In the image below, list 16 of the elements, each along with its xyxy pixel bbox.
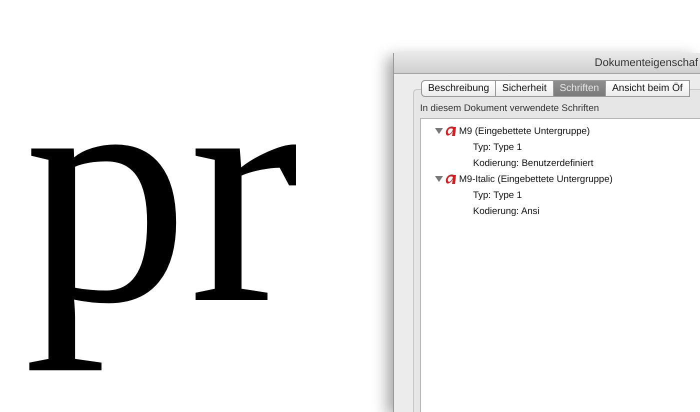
font-name[interactable]: M9 (Eingebettete Untergruppe) [459,126,590,136]
font-property: Kodierung: Ansi [473,206,540,216]
expanded-triangle-icon[interactable] [435,175,443,183]
tab[interactable]: Beschreibung [421,80,496,97]
group-label: In diesem Dokument verwendete Schriften [420,103,600,114]
expanded-triangle-icon[interactable] [435,127,443,135]
font-name[interactable]: M9-Italic (Eingebettete Untergruppe) [459,174,613,184]
font-icon [444,125,458,137]
tab[interactable]: Sicherheit [496,80,554,97]
tab[interactable]: Ansicht beim Öf [606,80,690,97]
font-property: Kodierung: Benutzerdefiniert [473,158,594,168]
font-property: Typ: Type 1 [473,190,522,200]
large-serif-text: pr [23,6,300,374]
font-icon [444,173,458,185]
font-property: Typ: Type 1 [473,142,522,152]
window-title: Dokumenteigenschaf [594,57,698,69]
